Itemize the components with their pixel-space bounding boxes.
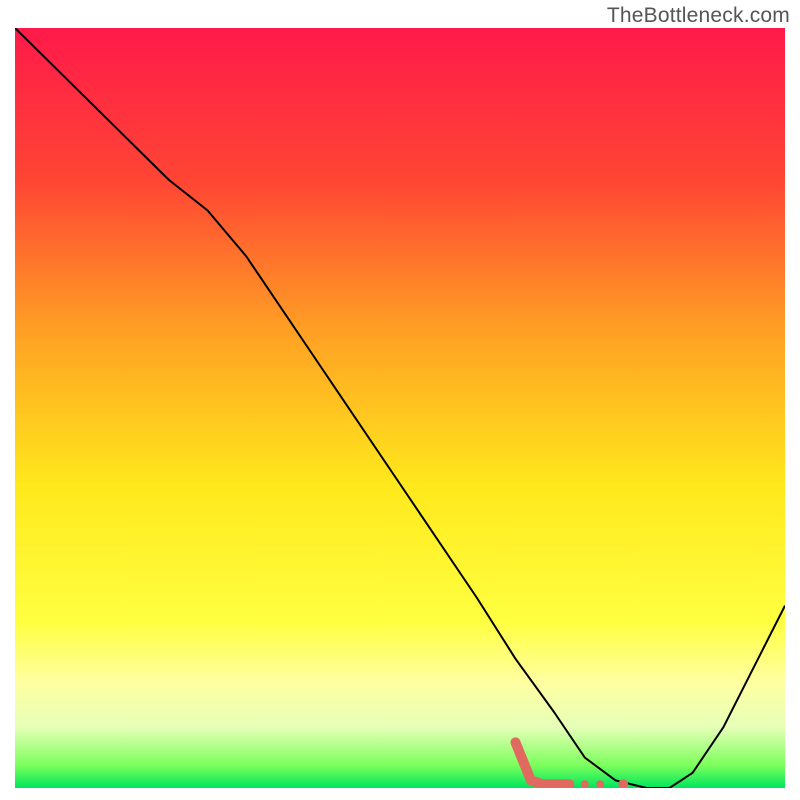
optimal-range-dot [596,780,604,788]
optimal-range-dot [581,780,589,788]
plot-area [15,28,785,788]
chart-svg [15,28,785,788]
watermark-text: TheBottleneck.com [607,4,790,28]
chart-container: TheBottleneck.com [0,0,800,800]
